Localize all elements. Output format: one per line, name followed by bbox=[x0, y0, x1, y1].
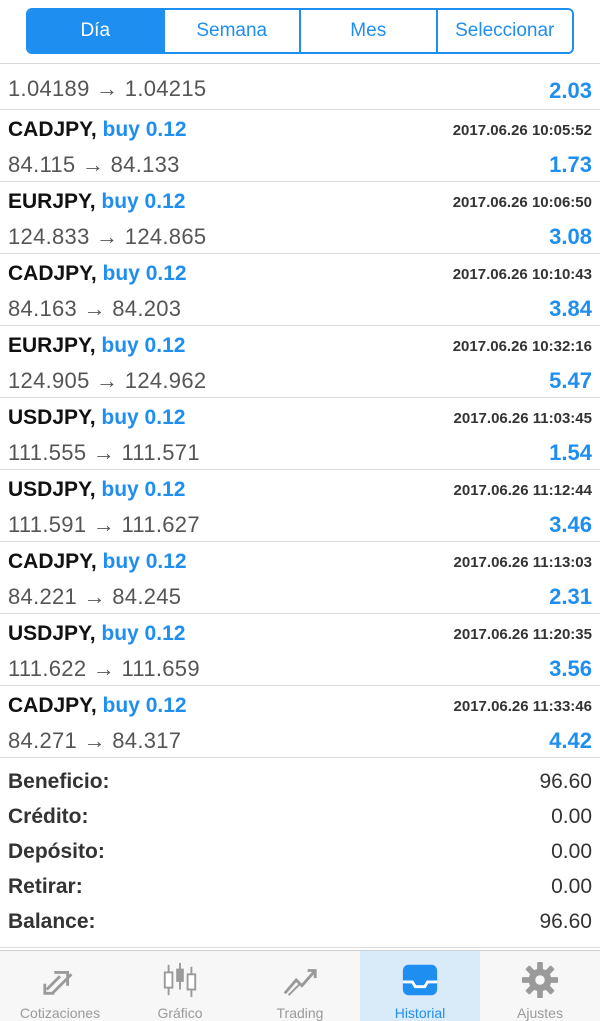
deal-row[interactable]: USDJPY, buy 0.12 2017.06.26 11:03:45 111… bbox=[0, 398, 600, 470]
deal-side: buy 0.12 bbox=[102, 262, 187, 285]
history-inbox-icon bbox=[402, 964, 438, 996]
segment-day[interactable]: Día bbox=[28, 10, 165, 52]
deal-time: 2017.06.26 11:20:35 bbox=[453, 626, 592, 643]
tab-chart[interactable]: Gráfico bbox=[120, 951, 240, 1021]
deal-time: 2017.06.26 10:06:50 bbox=[452, 194, 592, 211]
deal-row[interactable]: CADJPY, buy 0.12 2017.06.26 11:33:46 84.… bbox=[0, 686, 600, 758]
deal-profit: 4.42 bbox=[549, 728, 592, 753]
deal-side: buy 0.12 bbox=[101, 478, 186, 501]
tab-settings[interactable]: Ajustes bbox=[480, 951, 600, 1021]
deal-row-partial[interactable]: 1.04189 → 1.04215 2.03 bbox=[0, 64, 600, 110]
summary-label: Balance: bbox=[8, 910, 96, 933]
deal-time: 2017.06.26 11:33:46 bbox=[453, 698, 592, 715]
deal-side: buy 0.12 bbox=[102, 550, 187, 573]
summary-value: 0.00 bbox=[551, 805, 592, 828]
deal-profit: 2.03 bbox=[549, 78, 592, 103]
trading-trend-icon bbox=[283, 969, 317, 996]
gear-icon bbox=[521, 961, 559, 999]
deals-list[interactable]: 1.04189 → 1.04215 2.03 CADJPY, buy 0.12 … bbox=[0, 64, 600, 758]
summary-value: 96.60 bbox=[539, 910, 592, 933]
deal-symbol: CADJPY, buy 0.12 bbox=[8, 550, 187, 573]
period-header: Día Semana Mes Seleccionar bbox=[0, 0, 600, 64]
candlestick-chart-icon bbox=[163, 962, 197, 998]
deal-symbol: CADJPY, buy 0.12 bbox=[8, 262, 187, 285]
tab-quotes[interactable]: Cotizaciones bbox=[0, 951, 120, 1021]
deal-side: buy 0.12 bbox=[102, 118, 187, 141]
deal-prices: 111.622 → 111.659 bbox=[8, 656, 200, 681]
summary-value: 0.00 bbox=[551, 840, 592, 863]
deal-symbol: CADJPY, buy 0.12 bbox=[8, 694, 187, 717]
period-segmented-control: Día Semana Mes Seleccionar bbox=[26, 8, 574, 54]
segment-select[interactable]: Seleccionar bbox=[437, 10, 572, 52]
deal-prices: 84.271 → 84.317 bbox=[8, 728, 182, 753]
deal-prices: 84.221 → 84.245 bbox=[8, 584, 182, 609]
deal-row[interactable]: CADJPY, buy 0.12 2017.06.26 10:05:52 84.… bbox=[0, 110, 600, 182]
deal-time: 2017.06.26 10:05:52 bbox=[452, 122, 592, 139]
deal-side: buy 0.12 bbox=[101, 334, 186, 357]
deal-time: 2017.06.26 11:03:45 bbox=[453, 410, 592, 427]
summary-row-deposit: Depósito: 0.00 bbox=[0, 836, 600, 871]
deal-profit: 3.08 bbox=[549, 224, 592, 249]
deal-prices: 111.591 → 111.627 bbox=[8, 512, 200, 537]
quotes-arrows-icon bbox=[43, 970, 73, 995]
deal-row[interactable]: USDJPY, buy 0.12 2017.06.26 11:20:35 111… bbox=[0, 614, 600, 686]
deal-profit: 2.31 bbox=[549, 584, 592, 609]
tab-history[interactable]: Historial bbox=[360, 951, 480, 1021]
deal-profit: 1.73 bbox=[549, 152, 592, 177]
deal-prices: 124.905 → 124.962 bbox=[8, 368, 207, 393]
deal-time: 2017.06.26 10:32:16 bbox=[452, 338, 592, 355]
deal-profit: 3.46 bbox=[549, 512, 592, 537]
deal-symbol: EURJPY, buy 0.12 bbox=[8, 190, 186, 213]
tab-label: Ajustes bbox=[517, 1005, 563, 1021]
tab-label: Gráfico bbox=[157, 1005, 203, 1021]
account-summary: Beneficio: 96.60 Crédito: 0.00 Depósito:… bbox=[0, 766, 600, 948]
deal-prices: 84.163 → 84.203 bbox=[8, 296, 182, 321]
deal-row[interactable]: CADJPY, buy 0.12 2017.06.26 10:10:43 84.… bbox=[0, 254, 600, 326]
deal-profit: 5.47 bbox=[549, 368, 592, 393]
tab-label: Cotizaciones bbox=[19, 1005, 101, 1021]
bottom-tab-bar: Cotizaciones Gráfico Trading Historial A… bbox=[0, 950, 600, 1021]
summary-value: 0.00 bbox=[551, 875, 592, 898]
deal-symbol: USDJPY, buy 0.12 bbox=[8, 406, 186, 429]
deal-row[interactable]: EURJPY, buy 0.12 2017.06.26 10:32:16 124… bbox=[0, 326, 600, 398]
deal-side: buy 0.12 bbox=[101, 622, 186, 645]
summary-label: Crédito: bbox=[8, 805, 89, 828]
deal-row[interactable]: EURJPY, buy 0.12 2017.06.26 10:06:50 124… bbox=[0, 182, 600, 254]
segment-month[interactable]: Mes bbox=[301, 10, 438, 52]
summary-row-profit: Beneficio: 96.60 bbox=[0, 766, 600, 801]
summary-label: Beneficio: bbox=[8, 770, 110, 793]
tab-trading[interactable]: Trading bbox=[240, 951, 360, 1021]
summary-value: 96.60 bbox=[539, 770, 592, 793]
summary-label: Depósito: bbox=[8, 840, 105, 863]
tab-label: Historial bbox=[394, 1005, 446, 1021]
deal-profit: 1.54 bbox=[549, 440, 592, 465]
summary-label: Retirar: bbox=[8, 875, 83, 898]
deal-row[interactable]: USDJPY, buy 0.12 2017.06.26 11:12:44 111… bbox=[0, 470, 600, 542]
deal-time: 2017.06.26 11:13:03 bbox=[453, 554, 592, 571]
deal-prices: 111.555 → 111.571 bbox=[8, 440, 200, 465]
segment-week[interactable]: Semana bbox=[164, 10, 301, 52]
deal-row[interactable]: CADJPY, buy 0.12 2017.06.26 11:13:03 84.… bbox=[0, 542, 600, 614]
deal-time: 2017.06.26 11:12:44 bbox=[453, 482, 592, 499]
deal-side: buy 0.12 bbox=[102, 694, 187, 717]
deal-symbol: USDJPY, buy 0.12 bbox=[8, 622, 186, 645]
tab-label: Trading bbox=[276, 1005, 324, 1021]
deal-symbol: CADJPY, buy 0.12 bbox=[8, 118, 187, 141]
deal-prices: 84.115 → 84.133 bbox=[8, 152, 180, 177]
summary-row-withdrawal: Retirar: 0.00 bbox=[0, 871, 600, 906]
deal-symbol: EURJPY, buy 0.12 bbox=[8, 334, 186, 357]
summary-row-balance: Balance: 96.60 bbox=[0, 906, 600, 941]
deal-side: buy 0.12 bbox=[101, 406, 186, 429]
summary-row-credit: Crédito: 0.00 bbox=[0, 801, 600, 836]
deal-prices: 124.833 → 124.865 bbox=[8, 224, 207, 249]
deal-side: buy 0.12 bbox=[101, 190, 186, 213]
deal-profit: 3.56 bbox=[549, 656, 592, 681]
deal-profit: 3.84 bbox=[549, 296, 592, 321]
deal-prices: 1.04189 → 1.04215 bbox=[8, 76, 207, 101]
deal-time: 2017.06.26 10:10:43 bbox=[452, 266, 592, 283]
deal-symbol: USDJPY, buy 0.12 bbox=[8, 478, 186, 501]
